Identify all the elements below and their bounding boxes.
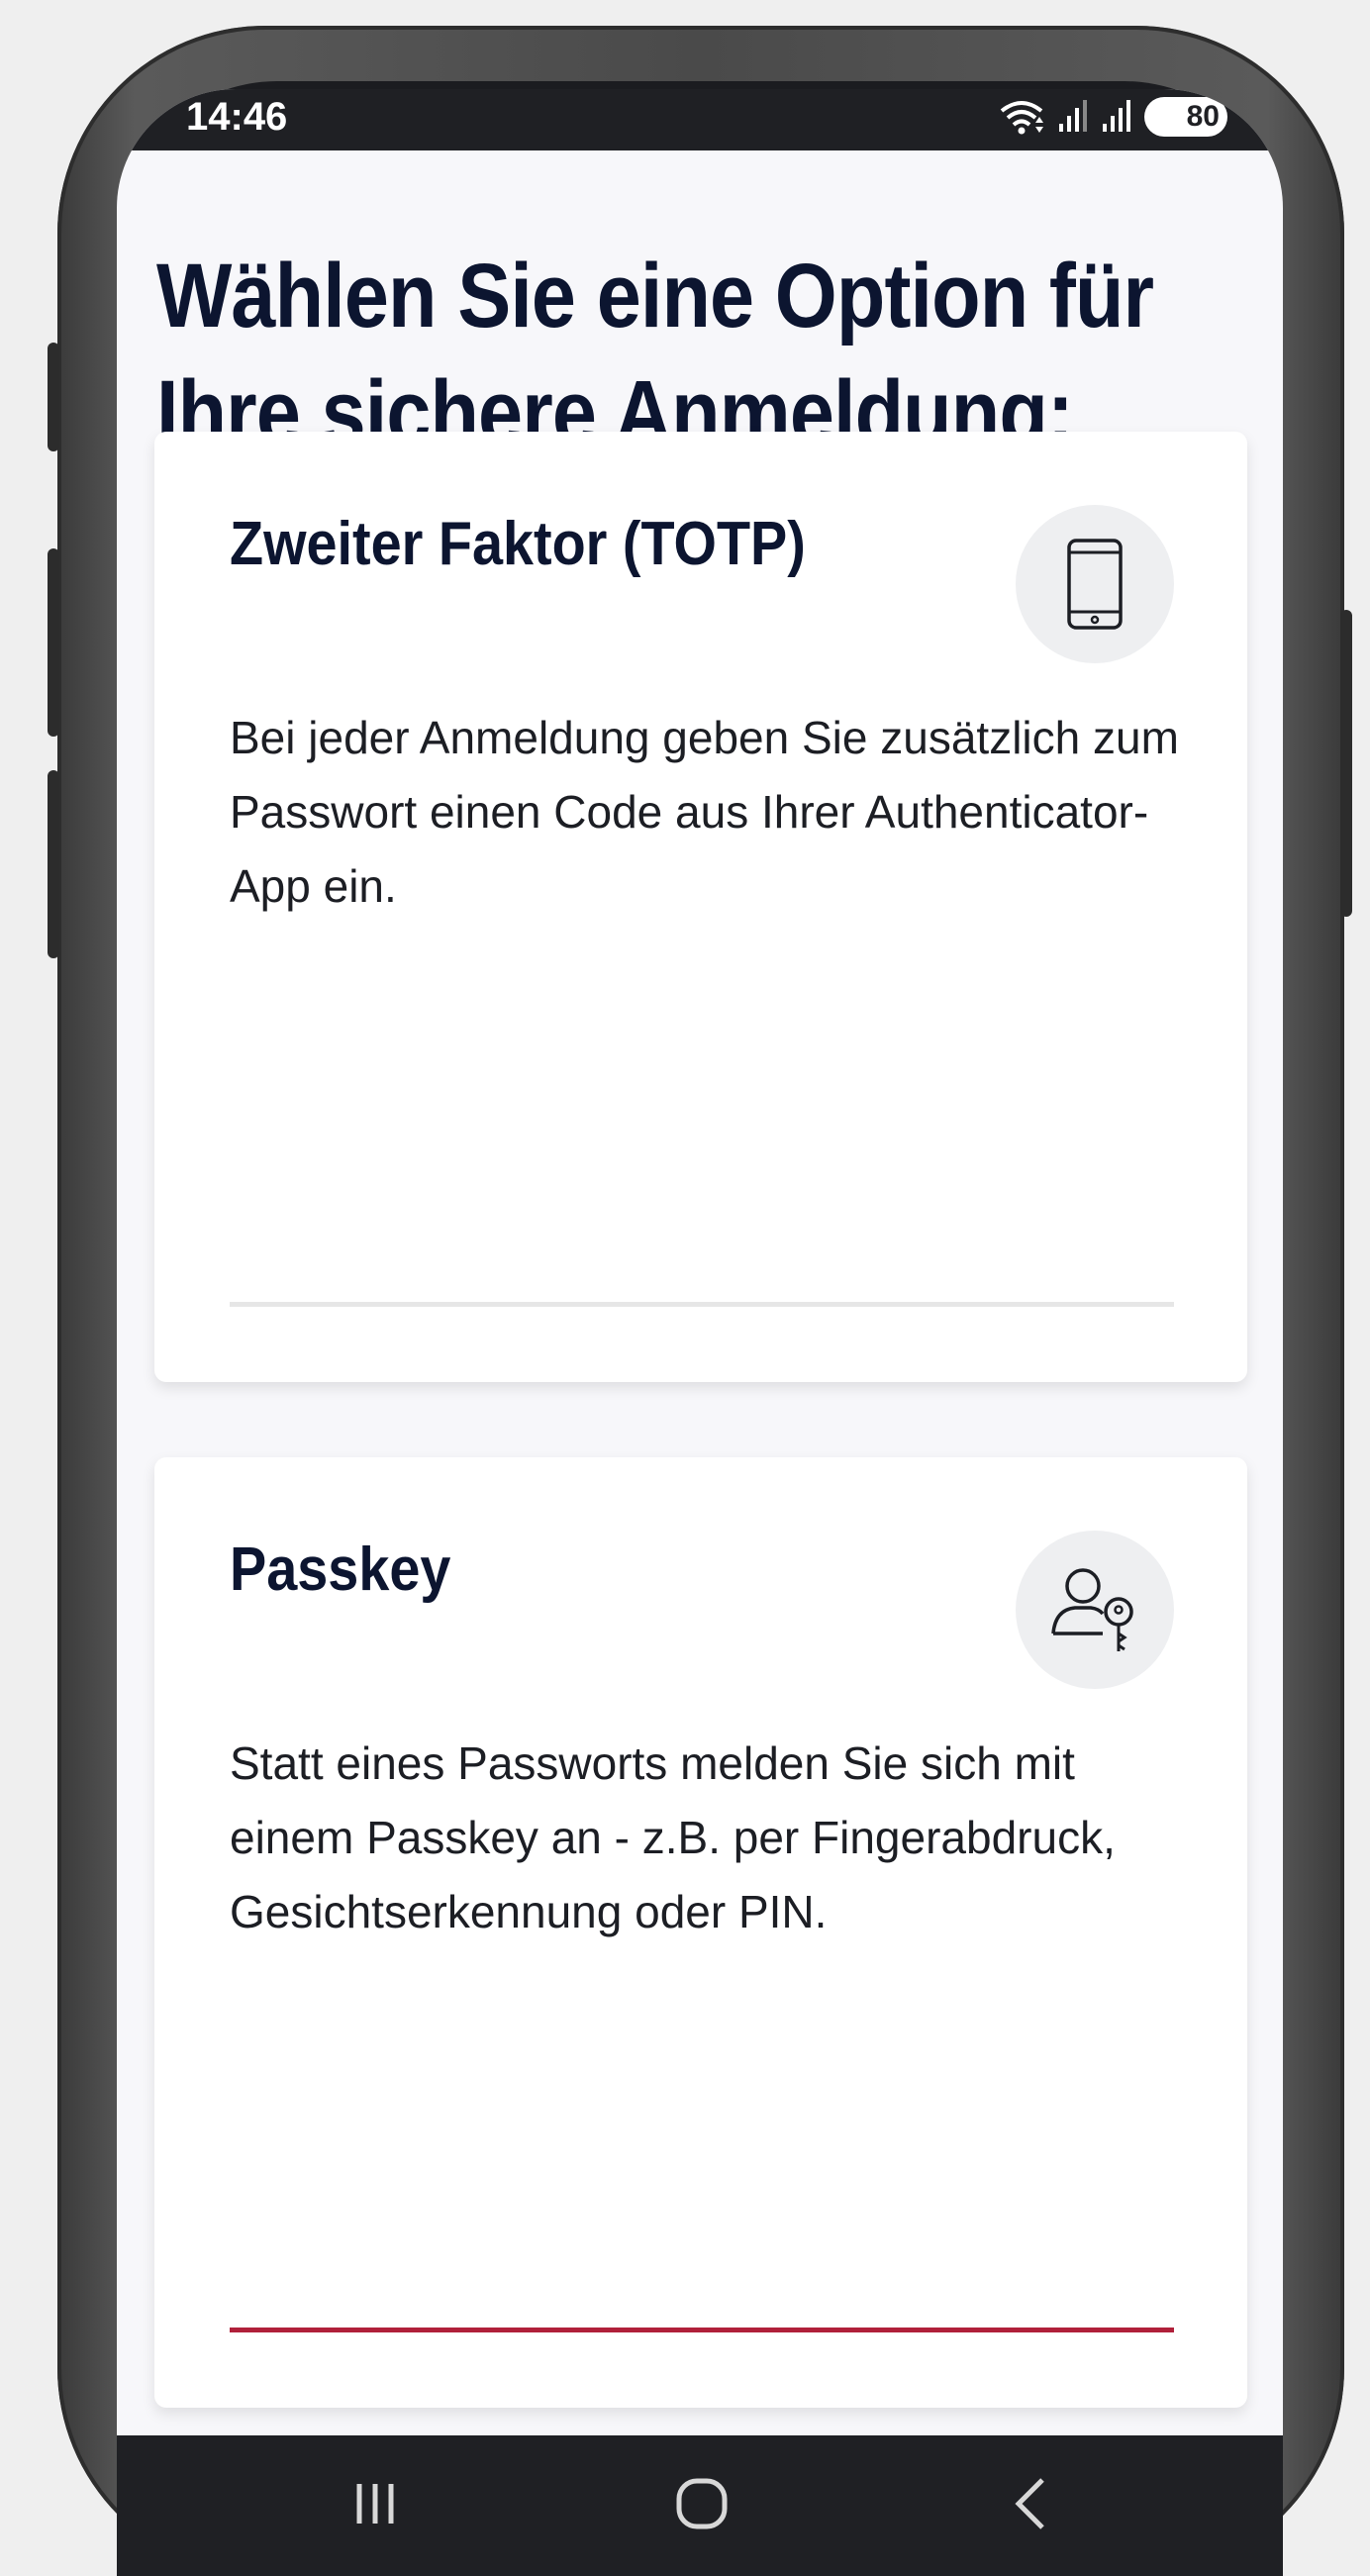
option-card-passkey[interactable]: Passkey Statt eines Passworts melden Sie… [154, 1457, 1247, 2408]
smartphone-icon [1016, 505, 1174, 663]
battery-indicator: 80 [1144, 97, 1227, 137]
user-key-icon [1016, 1531, 1174, 1689]
bixby-button [48, 770, 59, 958]
option-card-totp[interactable]: Zweiter Faktor (TOTP) Bei jeder Anmeldun… [154, 432, 1247, 1382]
status-icons: 80 [998, 97, 1227, 137]
power-button [1340, 610, 1352, 917]
battery-level: 80 [1186, 100, 1220, 133]
recent-apps-button[interactable] [331, 2469, 420, 2538]
home-button[interactable] [657, 2469, 746, 2538]
status-bar: 14:46 80 [117, 89, 1283, 150]
page-content: Wählen Sie eine Option für Ihre sichere … [117, 150, 1283, 2427]
option-description: Statt eines Passworts melden Sie sich mi… [230, 1737, 1116, 1937]
status-time: 14:46 [186, 95, 288, 139]
signal-icon [1103, 100, 1130, 132]
option-accent-line [230, 1302, 1174, 1307]
option-title: Zweiter Faktor (TOTP) [230, 510, 806, 578]
screen: 14:46 80 Wählen Sie eine Option für Ihre… [117, 89, 1283, 2576]
option-accent-line [230, 2328, 1174, 2332]
navigation-bar [117, 2435, 1283, 2576]
signal-icon [1059, 100, 1087, 132]
page-title-line1: Wählen Sie eine Option für [156, 246, 1154, 347]
option-title: Passkey [230, 1536, 451, 1604]
home-icon [676, 2478, 728, 2529]
volume-down-button [48, 548, 59, 737]
option-description: Bei jeder Anmeldung geben Sie zusätzlich… [230, 712, 1179, 912]
recent-apps-icon [356, 2484, 394, 2524]
back-icon [1015, 2478, 1044, 2529]
wifi-icon [1000, 101, 1043, 135]
volume-up-button [48, 343, 59, 451]
back-button[interactable] [986, 2469, 1075, 2538]
